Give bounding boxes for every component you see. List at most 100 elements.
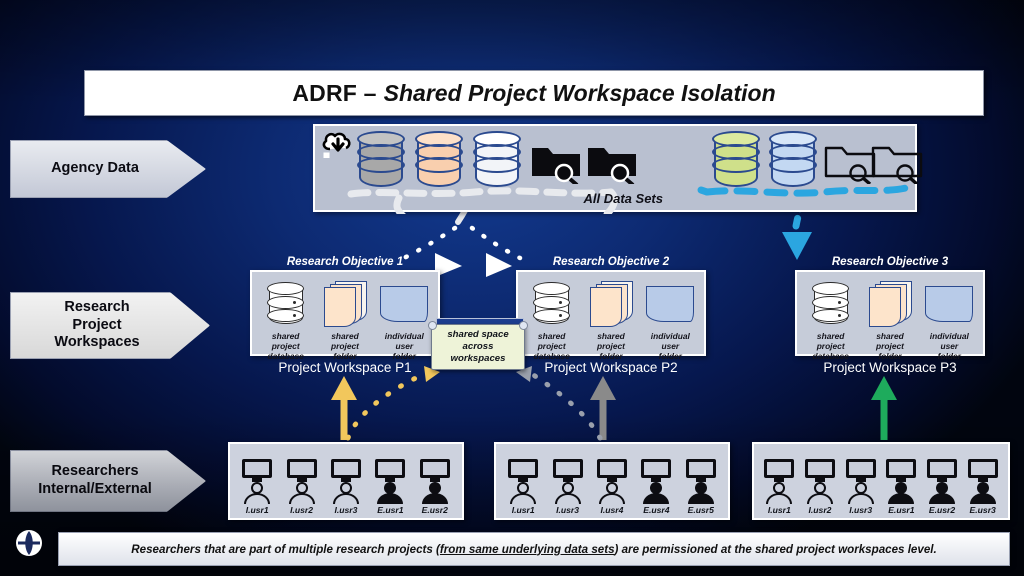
- person-icon-external: [687, 482, 715, 504]
- monitor-icon: [375, 459, 406, 482]
- ws-caption: shared project database: [267, 331, 304, 361]
- person-icon-internal: [847, 482, 875, 504]
- researcher-name: E.usr3: [969, 505, 996, 515]
- person-icon-internal: [554, 482, 582, 504]
- researcher-e-usr4[interactable]: E.usr4: [634, 459, 678, 515]
- person-icon-external: [928, 482, 956, 504]
- person-icon-internal: [332, 482, 360, 504]
- monitor-icon: [286, 459, 317, 482]
- researcher-e-usr2[interactable]: E.usr2: [413, 459, 457, 515]
- researcher-name: E.usr2: [928, 505, 956, 515]
- researcher-i-usr3[interactable]: I.usr3: [840, 459, 881, 515]
- researcher-i-usr3[interactable]: I.usr3: [324, 459, 368, 515]
- researcher-i-usr1[interactable]: I.usr1: [759, 459, 800, 515]
- ws-p1-individual-user-folder: individual user folder: [375, 278, 433, 362]
- monitor-icon: [508, 459, 539, 482]
- monitor-icon: [641, 459, 672, 482]
- monitor-icon: [886, 459, 917, 482]
- researcher-name: E.usr2: [421, 505, 448, 515]
- ws-p2-shared-project-database: shared project database: [523, 278, 581, 362]
- footer-text-underlined: from same underlying data sets: [439, 542, 615, 556]
- researcher-i-usr2[interactable]: I.usr2: [280, 459, 324, 515]
- ws-p2-shared-project-folder: shared project folder: [582, 278, 640, 362]
- slide-title: ADRF – Shared Project Workspace Isolatio…: [84, 70, 984, 116]
- person-icon-external: [969, 482, 997, 504]
- researcher-name: I.usr4: [600, 505, 624, 515]
- researcher-e-usr1[interactable]: E.usr1: [881, 459, 922, 515]
- ws-p3-shared-project-folder: shared project folder: [861, 278, 919, 362]
- stacked-folder-icon: [323, 281, 367, 327]
- footer-text-before: Researchers that are part of multiple re…: [131, 542, 440, 556]
- database-icon: [267, 282, 305, 324]
- monitor-icon: [805, 459, 835, 482]
- monitor-icon: [685, 459, 716, 482]
- all-data-sets-panel: All Data Sets: [313, 124, 923, 214]
- shared-space-label: shared space across workspaces: [447, 329, 509, 364]
- ws-p1-shared-project-database: shared project database: [257, 278, 315, 362]
- ws-caption: shared project database: [533, 331, 570, 361]
- researcher-name: E.usr5: [687, 505, 714, 515]
- researcher-name: I.usr1: [245, 505, 269, 515]
- footer-note: Researchers that are part of multiple re…: [58, 532, 1010, 566]
- researcher-group-p1: I.usr1 I.usr2 I.usr3 E.usr1 E.usr2: [228, 442, 464, 520]
- monitor-icon: [967, 459, 998, 482]
- researcher-name: E.usr1: [377, 505, 404, 515]
- researcher-e-usr5[interactable]: E.usr5: [679, 459, 723, 515]
- researcher-e-usr3[interactable]: E.usr3: [962, 459, 1003, 515]
- organization-logo: [16, 530, 42, 556]
- person-icon-external: [642, 482, 670, 504]
- researcher-name: I.usr1: [511, 505, 535, 515]
- user-folder-icon: [646, 286, 695, 322]
- arrow-up-green: [871, 376, 897, 400]
- monitor-icon: [419, 459, 450, 482]
- title-primary: ADRF –: [292, 79, 377, 106]
- researcher-name: I.usr3: [849, 505, 873, 515]
- monitor-icon: [927, 459, 958, 482]
- workspace-box-p3: shared project database shared project f…: [795, 270, 985, 361]
- ws-p2-individual-user-folder: individual user folder: [641, 278, 699, 362]
- monitor-icon: [552, 459, 583, 482]
- person-icon-internal: [509, 482, 537, 504]
- researcher-name: E.usr4: [643, 505, 670, 515]
- person-icon-internal: [765, 482, 793, 504]
- user-folder-icon: [380, 286, 429, 322]
- researcher-name: E.usr1: [888, 505, 915, 515]
- ws-caption: shared project database: [812, 331, 849, 361]
- ws-caption: individual user folder: [650, 331, 690, 361]
- arrow-up-yellow: [331, 376, 357, 400]
- monitor-icon: [845, 459, 876, 482]
- person-icon-internal: [806, 482, 834, 504]
- researcher-i-usr1[interactable]: I.usr1: [501, 459, 545, 515]
- workspace-box-p2: shared project database shared project f…: [516, 270, 706, 361]
- monitor-icon: [764, 459, 795, 482]
- database-icon: [812, 282, 850, 324]
- ws-caption: individual user folder: [929, 331, 969, 361]
- researcher-i-usr2[interactable]: I.usr2: [800, 459, 841, 515]
- person-icon-external: [887, 482, 915, 504]
- workspace-box-p1: shared project database shared project f…: [250, 270, 440, 361]
- researcher-name: I.usr2: [808, 505, 832, 515]
- researcher-e-usr1[interactable]: E.usr1: [368, 459, 412, 515]
- slide-canvas: ADRF – Shared Project Workspace Isolatio…: [0, 0, 1024, 576]
- footer-text-after: ) are permissioned at the shared project…: [614, 542, 937, 556]
- ws-p1-shared-project-folder: shared project folder: [316, 278, 374, 362]
- researcher-name: I.usr2: [290, 505, 314, 515]
- monitor-icon: [596, 459, 627, 482]
- stacked-folder-icon: [589, 281, 633, 327]
- researcher-e-usr2[interactable]: E.usr2: [922, 459, 963, 515]
- user-folder-icon: [925, 286, 974, 322]
- researcher-i-usr1[interactable]: I.usr1: [235, 459, 279, 515]
- database-icon: [533, 282, 571, 324]
- stacked-folder-icon: [868, 281, 912, 327]
- ws-caption: individual user folder: [384, 331, 424, 361]
- person-icon-external: [376, 482, 404, 504]
- person-icon-external: [421, 482, 449, 504]
- researcher-i-usr4[interactable]: I.usr4: [590, 459, 634, 515]
- shared-space-box[interactable]: shared space across workspaces: [428, 321, 528, 370]
- monitor-icon: [242, 459, 273, 482]
- monitor-icon: [330, 459, 361, 482]
- researcher-name: I.usr3: [334, 505, 358, 515]
- ws-caption: shared project folder: [876, 331, 904, 361]
- researcher-i-usr3[interactable]: I.usr3: [546, 459, 590, 515]
- person-icon-internal: [288, 482, 316, 504]
